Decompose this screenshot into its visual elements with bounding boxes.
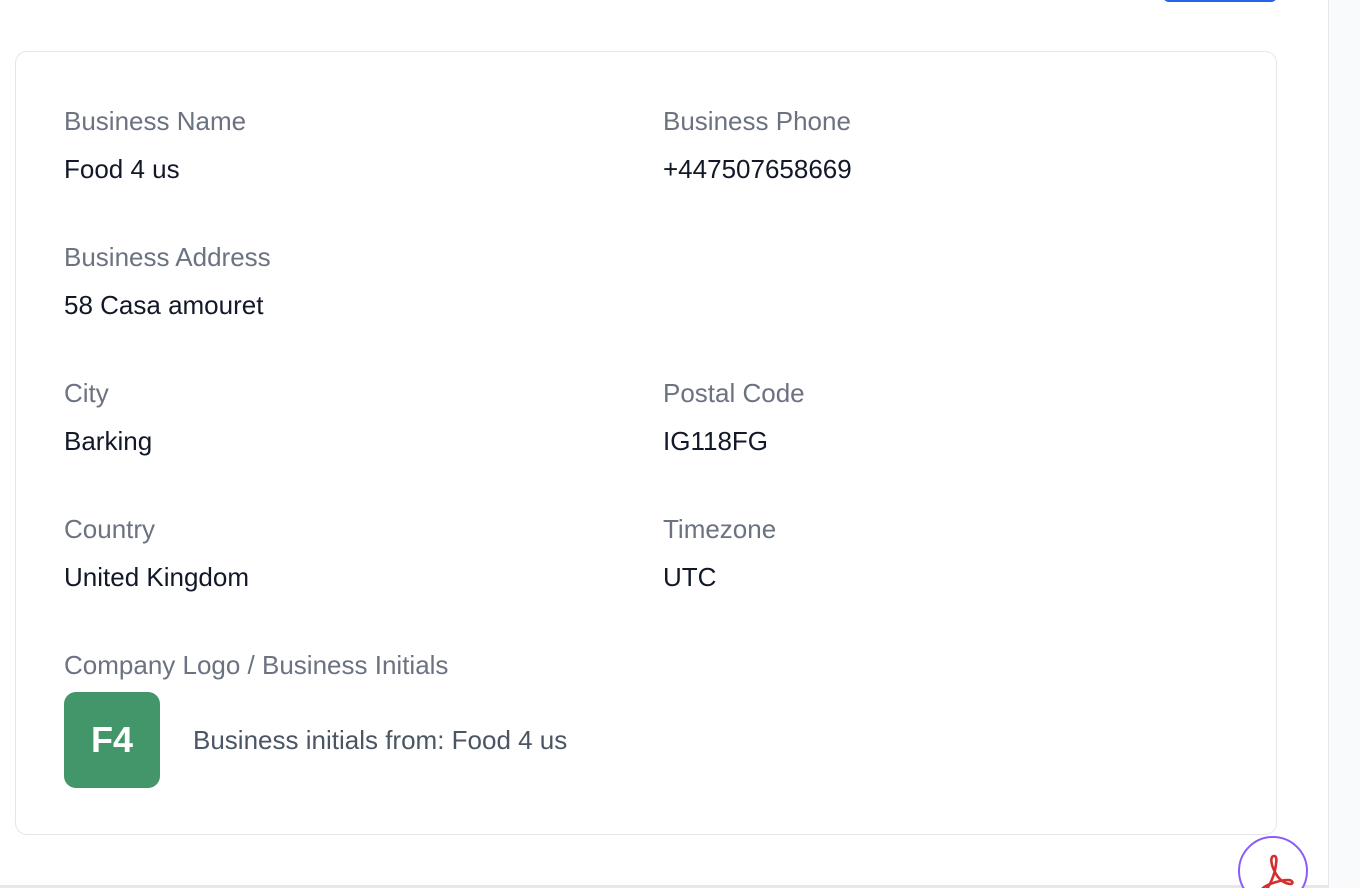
business-phone-label: Business Phone	[663, 106, 851, 136]
postal-code-label: Postal Code	[663, 378, 805, 408]
postal-code-value: IG118FG	[663, 426, 769, 456]
business-phone-field: Business Phone +447507658669	[663, 106, 852, 184]
country-value: United Kingdom	[64, 562, 249, 592]
business-address-value: 58 Casa amouret	[64, 290, 264, 320]
business-initials-avatar: F4	[64, 692, 160, 788]
primary-button-edge[interactable]	[1163, 0, 1277, 2]
page: Business Name Food 4 us Business Phone +…	[0, 0, 1360, 888]
postal-code-field: Postal Code IG118FG	[663, 378, 805, 456]
company-logo-label: Company Logo / Business Initials	[64, 650, 449, 680]
company-logo-field: Company Logo / Business Initials	[64, 650, 448, 680]
business-name-value: Food 4 us	[64, 154, 180, 184]
city-label: City	[64, 378, 109, 408]
business-address-field: Business Address 58 Casa amouret	[64, 242, 271, 320]
timezone-value: UTC	[663, 562, 717, 592]
business-name-label: Business Name	[64, 106, 247, 136]
business-address-label: Business Address	[64, 242, 271, 272]
pdf-export-button[interactable]	[1238, 836, 1308, 888]
company-logo-row: F4 Business initials from: Food 4 us	[64, 692, 567, 788]
timezone-field: Timezone UTC	[663, 514, 776, 592]
city-field: City Barking	[64, 378, 152, 456]
pdf-icon	[1261, 854, 1294, 888]
city-value: Barking	[64, 426, 153, 456]
scrollbar-track[interactable]	[1328, 0, 1360, 888]
timezone-label: Timezone	[663, 514, 777, 544]
business-phone-value: +447507658669	[663, 154, 852, 184]
business-initials-caption: Business initials from: Food 4 us	[193, 724, 568, 755]
business-details-card: Business Name Food 4 us Business Phone +…	[15, 51, 1277, 835]
country-label: Country	[64, 514, 156, 544]
business-name-field: Business Name Food 4 us	[64, 106, 246, 184]
country-field: Country United Kingdom	[64, 514, 249, 592]
